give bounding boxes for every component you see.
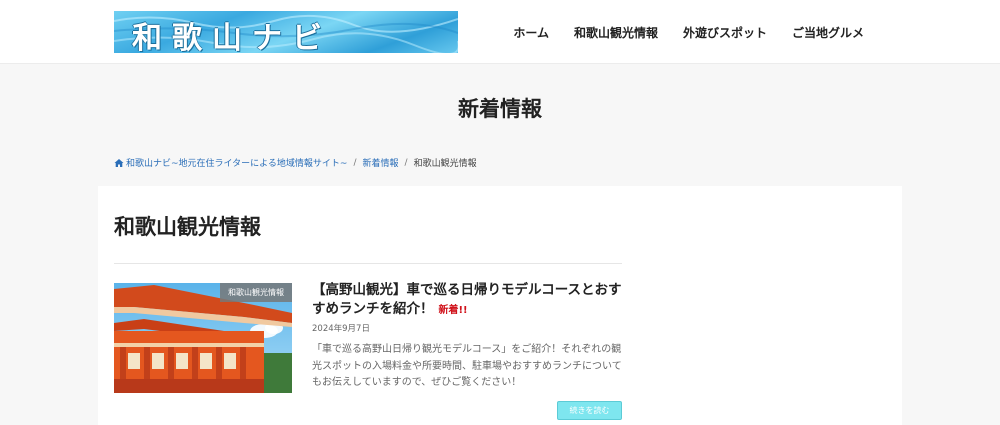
breadcrumb-separator: / <box>404 157 408 168</box>
new-badge: 新着!! <box>438 305 468 316</box>
home-icon <box>114 158 124 167</box>
nav-item-outdoor[interactable]: 外遊びスポット <box>683 24 767 41</box>
breadcrumb-current: 和歌山観光情報 <box>413 159 477 169</box>
logo-text: 和歌山ナビ <box>132 21 332 53</box>
post-date: 2024年9月7日 <box>312 324 370 334</box>
section-title: 和歌山観光情報 <box>114 215 261 239</box>
post-excerpt: 「車で巡る高野山日帰り観光モデルコース」をご紹介！それぞれの観光スポットの入場料… <box>312 344 622 388</box>
category-badge: 和歌山観光情報 <box>220 283 292 302</box>
nav-item-gourmet[interactable]: ご当地グルメ <box>792 24 864 41</box>
read-more-button[interactable]: 続きを読む <box>557 401 622 420</box>
main-nav: ホーム 和歌山観光情報 外遊びスポット ご当地グルメ <box>488 0 864 64</box>
breadcrumb: 和歌山ナビ~地元在住ライターによる地域情報サイト~ / 新着情報 / 和歌山観光… <box>114 156 477 169</box>
page-title: 新着情報 <box>458 97 542 121</box>
site-header: 和歌山ナビ ホーム 和歌山観光情報 外遊びスポット ご当地グルメ <box>0 0 1000 64</box>
post-title-link[interactable]: 【高野山観光】車で巡る日帰りモデルコースとおすすめランチを紹介！ 新着!! <box>312 281 624 320</box>
breadcrumb-separator: / <box>353 157 357 168</box>
site-logo[interactable]: 和歌山ナビ <box>114 11 458 53</box>
breadcrumb-home-link[interactable]: 和歌山ナビ~地元在住ライターによる地域情報サイト~ <box>126 156 347 169</box>
nav-item-home[interactable]: ホーム <box>513 24 549 41</box>
breadcrumb-category-link[interactable]: 新着情報 <box>363 156 399 169</box>
post-thumbnail[interactable]: 和歌山観光情報 <box>114 283 292 393</box>
section-divider <box>114 263 622 264</box>
nav-item-sightseeing[interactable]: 和歌山観光情報 <box>574 24 658 41</box>
